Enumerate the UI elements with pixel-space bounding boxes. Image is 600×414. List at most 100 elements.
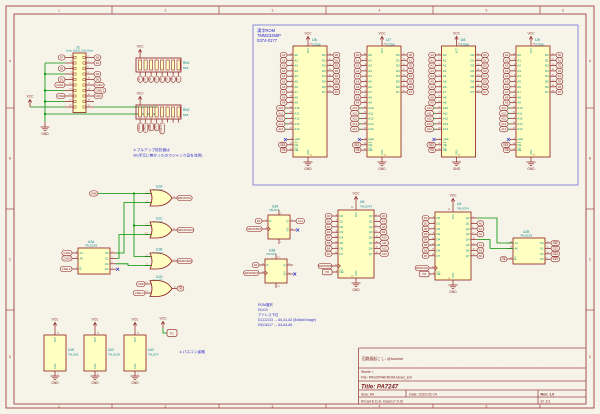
pin-name: CE xyxy=(517,143,521,147)
net-label[interactable]: CAD1 xyxy=(62,250,72,255)
net-label-text: CAD1 xyxy=(63,251,71,255)
pin-name: CE xyxy=(368,143,372,147)
pin-name: A3 xyxy=(443,69,447,73)
ref-label: U7 xyxy=(386,38,391,42)
net-label-text: A5 xyxy=(356,79,360,83)
junction-dot xyxy=(44,113,46,115)
bypass-note[interactable]: ＊パスコン省略 xyxy=(179,349,205,354)
pin-name: D0 xyxy=(322,53,326,57)
pin-name: CE xyxy=(443,143,447,147)
net-label[interactable]: WRADORLH xyxy=(247,226,262,231)
file-field: File: PASOPIAKROM.kicad_sch xyxy=(361,375,412,379)
net-label-text: A13 xyxy=(352,122,357,126)
net-label-text: D5 xyxy=(60,66,64,70)
pin-name: D1 xyxy=(545,58,549,62)
pin-name: D7 xyxy=(340,252,344,256)
net-label[interactable]: WRADORLH xyxy=(177,227,194,232)
net-label[interactable]: WRADORL xyxy=(415,265,429,270)
pin-name: OE xyxy=(437,272,441,276)
net-label-text: D5 xyxy=(327,241,331,245)
pin-name: D6 xyxy=(437,248,441,252)
net-label[interactable]: WRADORW xyxy=(177,258,192,263)
net-label-text: A7 xyxy=(282,90,286,94)
net-label-text: D5 xyxy=(409,79,413,83)
net-label-text: CRD xyxy=(95,94,101,98)
net-label-text: CAD0 xyxy=(138,124,141,131)
net-label[interactable]: CAD0 xyxy=(62,256,72,261)
net-label-text: D1 xyxy=(558,58,562,62)
pin-name: D3 xyxy=(340,230,344,234)
net-label-text: A8 xyxy=(430,95,434,99)
net-label-text: A6 xyxy=(430,85,434,89)
pin-name: D7 xyxy=(437,254,441,258)
net-label-text: A8 xyxy=(382,225,386,229)
pin-name: D2 xyxy=(470,64,474,68)
gnd-label: GND xyxy=(51,381,59,385)
pin-name: Q1 xyxy=(369,219,373,223)
net-label-text: D2 xyxy=(558,64,562,68)
ref-label: U1E xyxy=(68,348,74,352)
resistor xyxy=(172,60,175,70)
net-label-text: D7 xyxy=(327,252,331,256)
note-line: 2K(手元に無かったのでジャンク品を流用) xyxy=(133,152,202,157)
pin-name: A4 xyxy=(294,74,298,78)
ref-label: U3C xyxy=(148,348,155,352)
pin-name: D1 xyxy=(340,219,344,223)
pin-name: A14 xyxy=(443,127,449,131)
net-label[interactable]: CSEL2 xyxy=(94,88,106,93)
pin-name: A14 xyxy=(368,127,374,131)
pin-name: A1 xyxy=(294,58,298,62)
pin-name: D4 xyxy=(470,74,474,78)
net-label-text: D3 xyxy=(335,69,339,73)
pin-name: D2 xyxy=(396,64,400,68)
pin-name: A2 xyxy=(443,64,447,68)
net-label-text: D0 xyxy=(257,219,261,223)
net-label[interactable]: CAD1 xyxy=(55,82,65,87)
net-label[interactable]: WRADORLH xyxy=(244,270,259,275)
pin-name: A8 xyxy=(368,95,372,99)
pin-name: D2 xyxy=(437,227,441,231)
gnd-label: GND xyxy=(131,381,139,385)
net-label[interactable]: CSEL2 xyxy=(60,266,72,271)
net-label-text: WRADORLH xyxy=(178,228,194,232)
net-label[interactable]: WRADORL xyxy=(177,195,192,200)
net-label-text: A9 xyxy=(382,230,386,234)
net-label-text: D7 xyxy=(60,55,64,59)
schematic-canvas[interactable]: 123456 12345 ABCD ABCD 漢字ROM TMM23256P 0… xyxy=(0,0,600,414)
net-label-text: D2 xyxy=(327,225,331,229)
pin-name: D5 xyxy=(322,80,326,84)
pin-name: Q3 xyxy=(466,232,470,236)
svg-text:2: 2 xyxy=(165,404,167,408)
net-label[interactable]: CAD0 xyxy=(94,82,104,87)
net-label-text: A7 xyxy=(382,219,386,223)
net-label-text: A2 xyxy=(430,64,434,68)
net-label[interactable]: CWE xyxy=(56,93,65,98)
schematic-sheet[interactable]: 123456 12345 ABCD ABCD 漢字ROM TMM23256P 0… xyxy=(0,0,600,414)
pin-name: A4 xyxy=(368,74,372,78)
pin-name: A4 xyxy=(443,74,447,78)
net-label-text: CWE xyxy=(149,124,152,130)
net-label-text: A12 xyxy=(427,117,432,121)
net-label-text: A3 xyxy=(282,69,286,73)
net-label[interactable]: CSEL2 xyxy=(133,290,145,295)
net-label-text: D0 xyxy=(335,53,339,57)
resistor xyxy=(150,60,153,70)
resistor xyxy=(155,107,158,117)
net-label-text: D4 xyxy=(483,74,487,78)
resistor xyxy=(166,107,169,117)
pin-name: VCC xyxy=(94,337,97,342)
pin-name: CE xyxy=(294,143,298,147)
pin-name: D3 xyxy=(545,69,549,73)
net-label-text: D6 xyxy=(335,85,339,89)
net-label-text: CAD1 xyxy=(56,83,64,87)
pin-name: A11 xyxy=(294,111,299,115)
net-label[interactable]: WRADORW xyxy=(318,263,332,268)
net-label[interactable]: CWE xyxy=(89,191,98,196)
resistor xyxy=(150,107,153,117)
net-label-text: OE xyxy=(505,148,509,152)
net-label-text: A3 xyxy=(356,69,360,73)
pin-name: D4 xyxy=(322,74,326,78)
net-label-text: WRADORL xyxy=(416,267,429,270)
pin-name: D1 xyxy=(396,58,400,62)
pin-name: Q6 xyxy=(369,246,373,250)
